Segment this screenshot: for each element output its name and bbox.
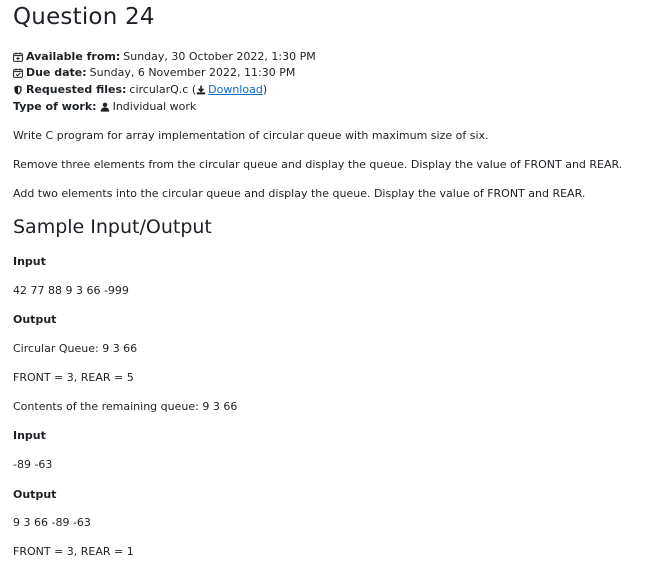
output-2-line-1: 9 3 66 -89 -63 xyxy=(13,516,91,529)
due-date-value: Sunday, 6 November 2022, 11:30 PM xyxy=(89,66,296,79)
due-date-row: Due date: Sunday, 6 November 2022, 11:30… xyxy=(13,66,295,80)
download-icon xyxy=(196,85,206,95)
output-1-label: Output xyxy=(13,313,57,326)
user-icon xyxy=(100,102,110,112)
shield-icon xyxy=(13,85,23,95)
input-1-value: 42 77 88 9 3 66 -999 xyxy=(13,284,129,297)
download-link-label[interactable]: Download xyxy=(208,83,263,97)
description-paragraph-1: Write C program for array implementation… xyxy=(13,129,489,142)
type-of-work-value: Individual work xyxy=(112,100,197,113)
output-1-line-1: Circular Queue: 9 3 66 xyxy=(13,342,138,355)
available-from-label: Available from: xyxy=(26,50,121,63)
due-date-label: Due date: xyxy=(26,66,87,79)
input-2-value: -89 -63 xyxy=(13,458,53,471)
calendar-check-icon xyxy=(13,68,23,78)
download-link[interactable]: Download xyxy=(196,83,263,97)
description-paragraph-2: Remove three elements from the circular … xyxy=(13,158,623,171)
output-2-line-2: FRONT = 3, REAR = 1 xyxy=(13,545,134,558)
calendar-plus-icon xyxy=(13,52,23,62)
input-2-label: Input xyxy=(13,429,46,442)
sample-io-heading: Sample Input/Output xyxy=(13,216,212,238)
input-1-label: Input xyxy=(13,255,46,268)
type-of-work-label: Type of work: xyxy=(13,100,97,113)
page-title: Question 24 xyxy=(13,4,155,30)
type-of-work-row: Type of work: Individual work xyxy=(13,100,196,114)
available-from-value: Sunday, 30 October 2022, 1:30 PM xyxy=(123,50,316,63)
requested-files-row: Requested files: circularQ.c ( Download … xyxy=(13,83,267,97)
requested-files-label: Requested files: xyxy=(26,83,127,96)
description-paragraph-3: Add two elements into the circular queue… xyxy=(13,187,586,200)
output-2-label: Output xyxy=(13,488,57,501)
available-from-row: Available from: Sunday, 30 October 2022,… xyxy=(13,50,316,64)
output-1-line-2: FRONT = 3, REAR = 5 xyxy=(13,371,134,384)
requested-files-value: circularQ.c ( xyxy=(129,83,197,96)
output-1-line-3: Contents of the remaining queue: 9 3 66 xyxy=(13,400,238,413)
requested-files-close: ) xyxy=(262,83,268,96)
